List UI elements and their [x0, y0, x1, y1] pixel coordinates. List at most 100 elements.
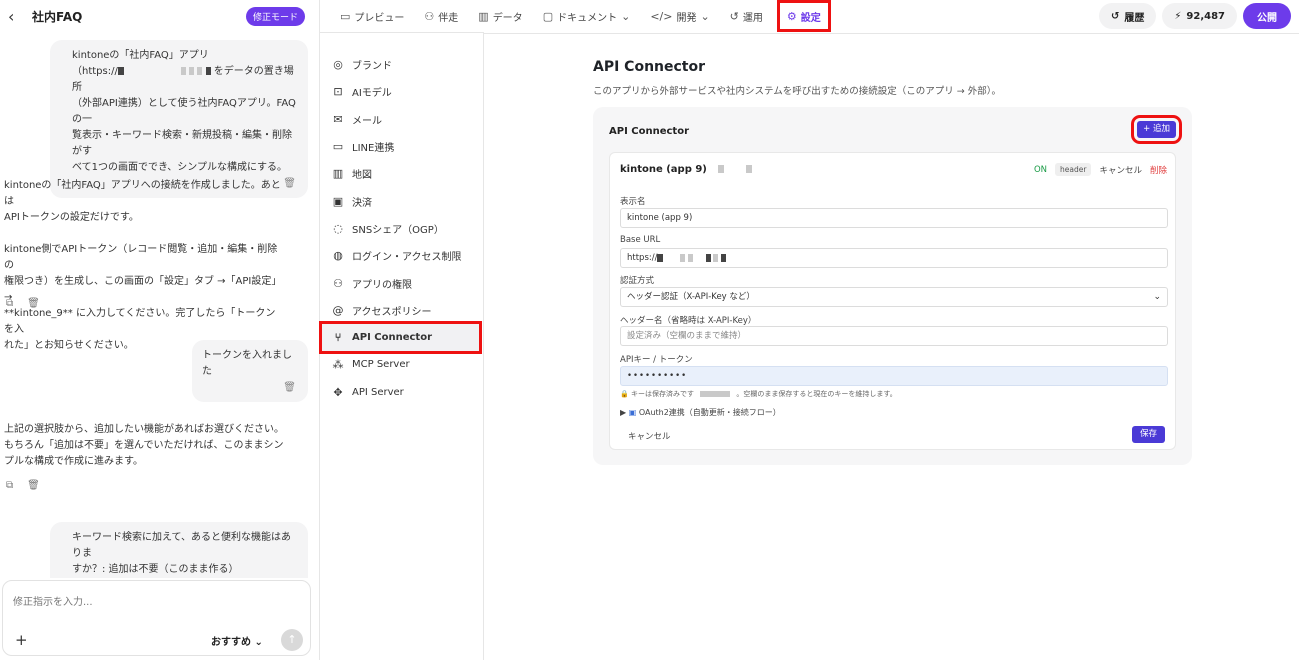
tab-label: 開発 [676, 12, 697, 24]
message-text: kintone側でAPIトークン（レコード閲覧・追加・編集・削除の [4, 244, 278, 271]
message-text: （外部API連携）として使う社内FAQアプリ。FAQの一 [72, 98, 296, 125]
chat-panel: ‹ 社内FAQ 修正モード kintoneの「社内FAQ」アプリ （https:… [0, 0, 320, 660]
menu-item-api-server[interactable]: ✥ API Server [320, 379, 483, 406]
api-key-label: APIキー / トークン [620, 355, 693, 365]
tab-preview[interactable]: ▭ プレビュー [338, 4, 406, 28]
menu-item-mail[interactable]: ✉ メール [320, 106, 483, 133]
send-arrow-icon[interactable]: ↑ [281, 629, 303, 651]
bar-chart-icon: ▥ [478, 9, 489, 23]
network-icon: ⁂ [332, 358, 344, 372]
caret-right-icon: ▶ [620, 408, 627, 417]
publish-button[interactable]: 公開 [1243, 3, 1291, 29]
menu-item-map[interactable]: ▥ 地図 [320, 160, 483, 187]
tab-data[interactable]: ▥ データ [476, 4, 524, 28]
history-button[interactable]: ↺ 履歴 [1098, 3, 1157, 29]
cancel-button[interactable]: キャンセル [628, 430, 671, 442]
redacted-block [718, 165, 725, 173]
message-actions: ⧉ 🗑 [6, 298, 40, 309]
trash-icon[interactable]: 🗑 [283, 176, 296, 192]
api-key-field[interactable]: •••••••••• [620, 366, 1168, 386]
chevron-down-icon: ⌄ [254, 637, 263, 648]
credits-button[interactable]: ⚡ 92,487 [1162, 3, 1237, 29]
delete-connector-link[interactable]: 削除 [1150, 164, 1167, 176]
message-text: トークンを入れました [202, 350, 292, 377]
redacted-block [657, 253, 664, 262]
message-text: もちろん「追加は不要」を選んでいただければ、このままシン [4, 440, 284, 451]
back-icon[interactable]: ‹ [8, 7, 22, 26]
oauth-toggle[interactable]: ▶ ▣ OAuth2連携（自動更新・接続フロー） [620, 407, 781, 418]
base-url-field[interactable]: https:// [620, 248, 1168, 268]
menu-item-access-policy[interactable]: @ アクセスポリシー [320, 297, 483, 324]
card-title: API Connector [609, 126, 690, 137]
redacted-block [680, 253, 686, 262]
share-icon: ◌ [333, 221, 343, 235]
oauth-label: OAuth2連携（自動更新・接続フロー） [638, 408, 781, 417]
top-toolbar: ▭ プレビュー ⚇ 伴走 ▥ データ ▢ ドキュメント ⌄ </> 開発 ⌄ ↺ 運用 ⚙ 設定 … [320, 0, 1299, 32]
tab-label: 設定 [800, 12, 821, 24]
redacted-block [189, 67, 195, 75]
recommend-dropdown[interactable]: おすすめ ⌄ [211, 633, 263, 648]
copy-icon[interactable]: ⧉ [6, 480, 13, 491]
chat-header: ‹ 社内FAQ 修正モード [0, 0, 319, 32]
menu-item-api-connector[interactable]: ⑂ API Connector [319, 320, 482, 355]
redacted-block [745, 165, 752, 173]
menu-item-label: 決済 [352, 197, 372, 209]
menu-item-label: API Connector [352, 332, 433, 344]
display-name-field[interactable]: kintone (app 9) [620, 208, 1168, 228]
redacted-block [700, 391, 731, 397]
menu-item-label: SNSシェア（OGP） [352, 224, 444, 236]
server-icon: ✥ [333, 385, 343, 399]
menu-item-mcp-server[interactable]: ⁂ MCP Server [320, 351, 483, 378]
tab-develop[interactable]: </> 開発 ⌄ [648, 4, 711, 28]
plug-icon: ⑂ [334, 331, 342, 345]
redacted-block [205, 67, 211, 75]
auth-method-value: ヘッダー認証（X-API-Key など） [627, 292, 755, 302]
history-label: 履歴 [1124, 12, 1145, 24]
message-text: べて1つの画面ででき、シンプルな構成にする。 [72, 162, 288, 173]
header-name-label: ヘッダー名（省略時は X-API-Key） [620, 316, 757, 326]
menu-item-label: メール [352, 115, 382, 127]
menu-item-ai-model[interactable]: ⊡ AIモデル [320, 78, 483, 105]
tab-label: 運用 [742, 12, 763, 24]
menu-item-app-permissions[interactable]: ⚇ アプリの権限 [320, 269, 483, 296]
tab-operations[interactable]: ↺ 運用 [728, 4, 765, 28]
message-text: すか？: 追加は不要（このまま作る） [72, 564, 239, 575]
tab-documents[interactable]: ▢ ドキュメント ⌄ [541, 4, 633, 28]
assistant-message: 上記の選択肢から、追加したい機能があればお選びください。 もちろん「追加は不要」… [4, 422, 284, 470]
cancel-edit-link[interactable]: キャンセル [1099, 164, 1142, 176]
menu-item-brand[interactable]: ◎ ブランド [320, 51, 483, 78]
trash-icon[interactable]: 🗑 [27, 480, 40, 491]
status-toggle[interactable]: ON [1034, 165, 1047, 175]
chip-icon: ⊡ [333, 85, 343, 99]
auth-method-select[interactable]: ヘッダー認証（X-API-Key など） ⌄ [620, 287, 1168, 307]
save-button[interactable]: 保存 [1131, 426, 1165, 443]
tab-label: ドキュメント [557, 12, 618, 24]
menu-item-sns-share[interactable]: ◌ SNSシェア（OGP） [320, 215, 483, 242]
message-text: 権限つき）を生成し、この画面の「設定」タブ →「API設定」→ [4, 276, 282, 303]
chevron-down-icon: ⌄ [621, 9, 631, 23]
tab-companion[interactable]: ⚇ 伴走 [422, 4, 460, 28]
menu-item-label: API Server [352, 386, 404, 398]
tab-label: データ [492, 12, 523, 24]
menu-item-payment[interactable]: ▣ 決済 [320, 187, 483, 214]
trash-icon[interactable]: 🗑 [27, 298, 40, 309]
chat-messages[interactable]: kintoneの「社内FAQ」アプリ （https:// をデータの置き場所 （… [0, 32, 319, 578]
message-text: れた」とお知らせください。 [4, 340, 134, 351]
trash-icon[interactable]: 🗑 [283, 380, 296, 396]
edit-mode-badge[interactable]: 修正モード [245, 6, 305, 26]
tab-settings[interactable]: ⚙ 設定 [776, 0, 831, 32]
redacted-block [117, 67, 124, 75]
menu-item-label: AIモデル [352, 88, 392, 100]
instruction-input-box[interactable]: 修正指示を入力... + おすすめ ⌄ ↑ [2, 580, 311, 656]
copy-icon[interactable]: ⧉ [6, 298, 13, 309]
instruction-input[interactable]: 修正指示を入力... [13, 593, 93, 608]
menu-item-login-access[interactable]: ◍ ログイン・アクセス制限 [320, 242, 483, 269]
redacted-block [687, 253, 693, 262]
menu-item-line[interactable]: ▭ LINE連携 [320, 133, 483, 160]
plus-icon[interactable]: + [15, 631, 28, 649]
message-text: プルな構成で作成に進みます。 [4, 456, 143, 467]
menu-item-label: ログイン・アクセス制限 [352, 252, 462, 264]
add-connector-button[interactable]: + 追加 [1131, 115, 1182, 144]
credits-count: 92,487 [1186, 10, 1225, 22]
header-name-field[interactable]: 設定済み（空欄のままで維持） [620, 326, 1168, 346]
